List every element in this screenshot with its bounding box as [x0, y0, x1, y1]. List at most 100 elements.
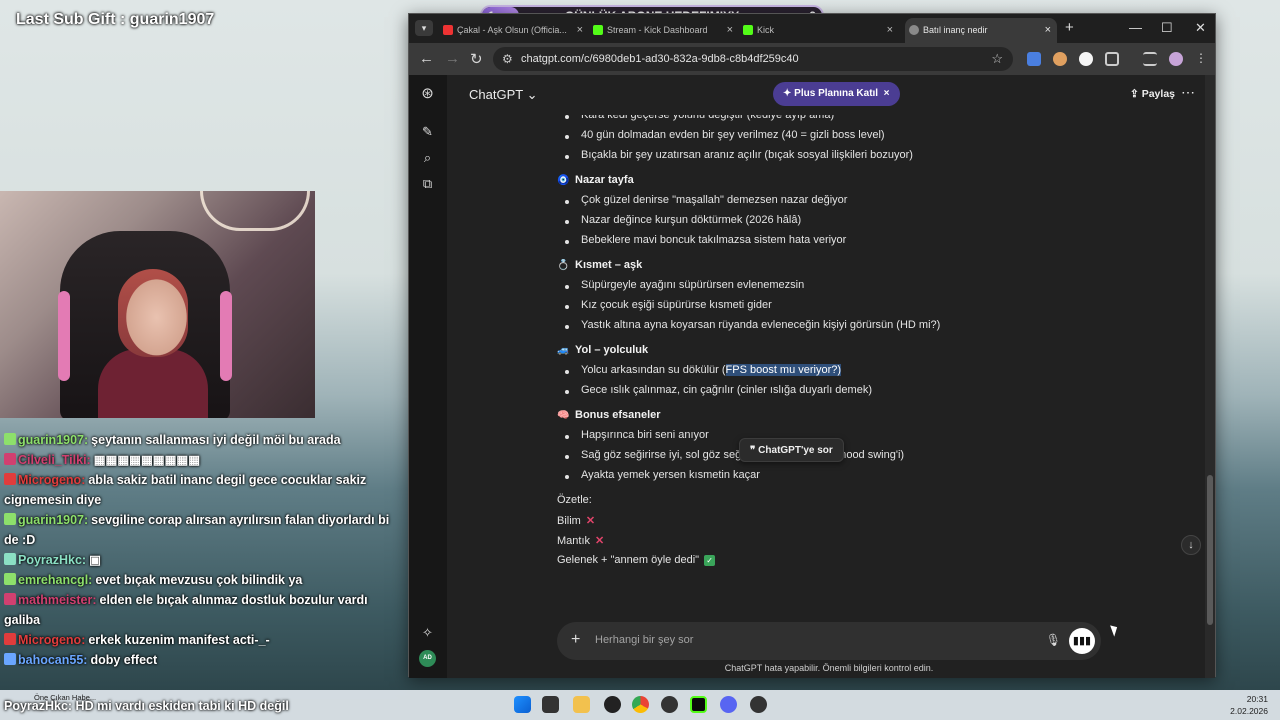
- close-icon[interactable]: ×: [887, 24, 893, 36]
- model-selector[interactable]: ChatGPT ⌄: [469, 87, 537, 103]
- chat-text: şeytanın sallanması iyi değil möi bu ara…: [91, 433, 341, 447]
- start-icon[interactable]: [514, 696, 531, 713]
- file-explorer-icon[interactable]: [573, 696, 590, 713]
- chat-username[interactable]: Microgeno:: [18, 633, 85, 647]
- chat-text: doby effect: [90, 653, 158, 667]
- app-icon[interactable]: [661, 696, 678, 713]
- app-icon[interactable]: [750, 696, 767, 713]
- media-controls-icon[interactable]: [1143, 52, 1157, 66]
- site-info-icon[interactable]: ⚙: [502, 52, 513, 66]
- profile-avatar[interactable]: [1169, 52, 1183, 66]
- kick-icon: [743, 25, 753, 35]
- check-mark-icon: ✓: [704, 555, 716, 566]
- user-badge-icon: [4, 453, 16, 465]
- snapchat-extension-icon[interactable]: [1079, 52, 1093, 66]
- reload-icon[interactable]: ↻: [470, 50, 483, 68]
- extension-icon[interactable]: [1053, 52, 1067, 66]
- line-text: Hapşırınca biri seni anıyor: [581, 429, 709, 441]
- line-text: Çok güzel denirse "maşallah" demezsen na…: [581, 194, 848, 206]
- tab-search-button[interactable]: ▾: [415, 20, 433, 36]
- chat-username[interactable]: Cilveli_Tilki:: [18, 453, 91, 467]
- add-attachment-icon[interactable]: +: [571, 631, 580, 649]
- browser-menu-icon[interactable]: ⋮: [1195, 51, 1207, 65]
- paragraph: Gelenek + "annem öyle dedi" ✓: [557, 554, 716, 566]
- user-badge-icon: [4, 653, 16, 665]
- chat-username[interactable]: Microgeno:: [18, 473, 85, 487]
- line-text: Bebeklere mavi boncuk takılmazsa sistem …: [581, 234, 847, 246]
- chat-username[interactable]: mathmeister:: [18, 593, 97, 607]
- close-icon[interactable]: ×: [727, 24, 733, 36]
- search-icon[interactable]: ⌕: [419, 149, 436, 166]
- close-icon[interactable]: ×: [1045, 24, 1051, 36]
- tab-youtube[interactable]: Çakal - Aşk Olsun (Officia... ×: [439, 18, 589, 43]
- list-item: Nazar değince kurşun döktürmek (2026 hâl…: [564, 214, 801, 226]
- tab-chatgpt[interactable]: Batıl inanç nedir ×: [905, 18, 1057, 43]
- close-icon[interactable]: ×: [881, 88, 890, 99]
- chat-message: Microgeno: abla sakiz batil inanc degil g…: [0, 470, 400, 510]
- emoji-icon: 🧠: [557, 410, 570, 421]
- ask-chatgpt-tooltip[interactable]: ❞ ChatGPT'ye sor: [739, 438, 844, 462]
- back-icon[interactable]: ←: [419, 50, 434, 67]
- chat-message: PoyrazHkc: ▣: [0, 550, 400, 570]
- line-text: Bilim: [557, 515, 581, 527]
- url-field[interactable]: ⚙ chatgpt.com/c/6980deb1-ad30-832a-9db8-…: [493, 47, 1013, 71]
- task-view-icon[interactable]: [542, 696, 559, 713]
- extensions-puzzle-icon[interactable]: [1105, 52, 1119, 66]
- discord-icon[interactable]: [720, 696, 737, 713]
- translate-extension-icon[interactable]: [1027, 52, 1041, 66]
- webcam-chair-trim: [220, 291, 232, 381]
- line-text: Kız çocuk eşiği süpürürse kısmeti gider: [581, 299, 772, 311]
- close-icon[interactable]: ×: [577, 24, 583, 36]
- openai-logo-icon[interactable]: ⊛: [419, 85, 436, 102]
- share-button[interactable]: ⇪ Paylaş: [1130, 88, 1175, 100]
- chat-username[interactable]: emrehancgl:: [18, 573, 92, 587]
- cross-mark-icon: ✕: [585, 515, 596, 527]
- line-text: Gelenek + "annem öyle dedi": [557, 554, 700, 566]
- voice-mode-button[interactable]: ▮▮▮: [1069, 628, 1095, 654]
- line-text: Gece ıslık çalınmaz, cin çağrılır (cinle…: [581, 384, 872, 396]
- close-window-button[interactable]: ✕: [1195, 20, 1206, 36]
- share-label: Paylaş: [1141, 88, 1175, 100]
- chat-username[interactable]: PoyrazHkc:: [18, 553, 86, 567]
- minimize-button[interactable]: —: [1129, 20, 1142, 35]
- microphone-icon[interactable]: 🎙: [1046, 633, 1061, 647]
- user-badge-icon: [4, 573, 16, 585]
- chat-username[interactable]: bahocan55:: [18, 653, 87, 667]
- cross-mark-icon: ✕: [595, 535, 605, 547]
- system-clock[interactable]: 20:31 2.02.2026: [1230, 693, 1268, 717]
- tab-kick[interactable]: Kick ×: [739, 18, 899, 43]
- bookmark-star-icon[interactable]: ☆: [991, 51, 1003, 67]
- emoji-icon: 🧿: [557, 175, 570, 186]
- sparkle-icon[interactable]: ✧: [419, 624, 436, 641]
- new-chat-icon[interactable]: ✎: [419, 123, 436, 140]
- scroll-to-bottom-button[interactable]: ↓: [1181, 535, 1201, 555]
- line-text: Ayakta yemek yersen kısmetin kaçar: [581, 469, 760, 481]
- chat-text: ▣: [89, 553, 101, 567]
- obs-icon[interactable]: [604, 696, 621, 713]
- kick-icon[interactable]: [690, 696, 707, 713]
- disclaimer: ChatGPT hata yapabilir. Önemli bilgileri…: [724, 663, 934, 673]
- tab-kick-dashboard[interactable]: Stream - Kick Dashboard ×: [589, 18, 739, 43]
- new-tab-button[interactable]: +: [1065, 19, 1074, 36]
- library-icon[interactable]: ⧉: [419, 175, 436, 192]
- more-options-icon[interactable]: ⋯: [1181, 84, 1195, 101]
- list-item: Kız çocuk eşiği süpürürse kısmeti gider: [565, 299, 772, 311]
- forward-icon[interactable]: →: [445, 50, 460, 67]
- prompt-input[interactable]: Herhangi bir şey sor: [595, 634, 693, 646]
- chat-message: mathmeister: elden ele bıçak alınmaz dost…: [0, 590, 400, 630]
- page-scrollbar[interactable]: [1205, 75, 1215, 678]
- upgrade-plus-button[interactable]: ✦ Plus Planına Katıl ×: [773, 82, 900, 106]
- selected-text[interactable]: FPS boost mu veriyor?): [725, 364, 842, 376]
- webcam-streamer-head: [118, 269, 188, 357]
- chat-username[interactable]: guarin1907:: [18, 513, 88, 527]
- browser-window: ▾ Çakal - Aşk Olsun (Officia... × Stream…: [408, 13, 1216, 678]
- chrome-icon[interactable]: [632, 696, 649, 713]
- list-item: Bebeklere mavi boncuk takılmazsa sistem …: [564, 234, 847, 246]
- chat-message: bahocan55: doby effect: [0, 650, 400, 670]
- line-text: Bonus efsaneler: [575, 409, 661, 421]
- maximize-button[interactable]: ☐: [1161, 20, 1173, 36]
- section-heading: 🚙 Yol – yolculuk: [557, 344, 648, 356]
- chat-username[interactable]: guarin1907:: [18, 433, 88, 447]
- avatar[interactable]: AD: [419, 650, 436, 667]
- scrollbar-thumb[interactable]: [1207, 475, 1213, 625]
